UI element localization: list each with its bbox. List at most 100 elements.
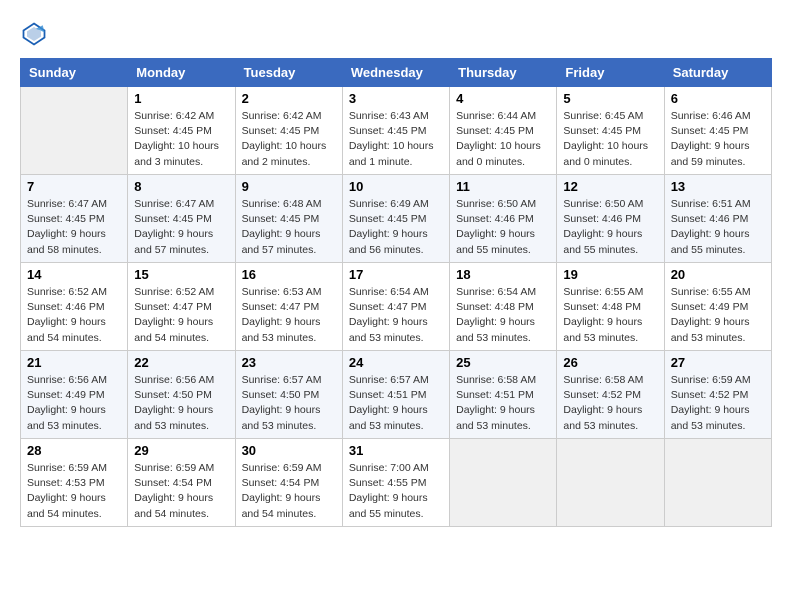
- weekday-header-row: SundayMondayTuesdayWednesdayThursdayFrid…: [21, 59, 772, 87]
- day-number: 30: [242, 443, 336, 458]
- day-info: Sunrise: 6:45 AMSunset: 4:45 PMDaylight:…: [563, 109, 657, 170]
- calendar-week-1: 1 Sunrise: 6:42 AMSunset: 4:45 PMDaylight…: [21, 87, 772, 175]
- day-number: 14: [27, 267, 121, 282]
- day-number: 20: [671, 267, 765, 282]
- day-info: Sunrise: 6:55 AMSunset: 4:48 PMDaylight:…: [563, 285, 657, 346]
- day-info: Sunrise: 6:53 AMSunset: 4:47 PMDaylight:…: [242, 285, 336, 346]
- day-number: 2: [242, 91, 336, 106]
- day-number: 9: [242, 179, 336, 194]
- day-info: Sunrise: 6:59 AMSunset: 4:53 PMDaylight:…: [27, 461, 121, 522]
- calendar-cell: [664, 439, 771, 527]
- calendar-cell: 24 Sunrise: 6:57 AMSunset: 4:51 PMDayligh…: [342, 351, 449, 439]
- weekday-header-sunday: Sunday: [21, 59, 128, 87]
- calendar-cell: 13Sunrise: 6:51 AMSunset: 4:46 PMDayligh…: [664, 175, 771, 263]
- calendar-cell: 28 Sunrise: 6:59 AMSunset: 4:53 PMDayligh…: [21, 439, 128, 527]
- weekday-header-friday: Friday: [557, 59, 664, 87]
- day-info: Sunrise: 6:50 AMSunset: 4:46 PMDaylight:…: [563, 197, 657, 258]
- calendar-week-5: 28 Sunrise: 6:59 AMSunset: 4:53 PMDayligh…: [21, 439, 772, 527]
- day-number: 6: [671, 91, 765, 106]
- calendar-cell: 2 Sunrise: 6:42 AMSunset: 4:45 PMDaylight…: [235, 87, 342, 175]
- day-info: Sunrise: 6:52 AMSunset: 4:47 PMDaylight:…: [134, 285, 228, 346]
- page-header: [20, 20, 772, 48]
- calendar-cell: 31 Sunrise: 7:00 AMSunset: 4:55 PMDayligh…: [342, 439, 449, 527]
- day-number: 4: [456, 91, 550, 106]
- day-number: 17: [349, 267, 443, 282]
- day-info: Sunrise: 6:57 AMSunset: 4:50 PMDaylight:…: [242, 373, 336, 434]
- day-info: Sunrise: 6:58 AMSunset: 4:51 PMDaylight:…: [456, 373, 550, 434]
- day-info: Sunrise: 6:47 AMSunset: 4:45 PMDaylight:…: [134, 197, 228, 258]
- calendar-cell: 16 Sunrise: 6:53 AMSunset: 4:47 PMDayligh…: [235, 263, 342, 351]
- day-info: Sunrise: 6:44 AMSunset: 4:45 PMDaylight:…: [456, 109, 550, 170]
- day-info: Sunrise: 6:42 AMSunset: 4:45 PMDaylight:…: [242, 109, 336, 170]
- day-info: Sunrise: 6:48 AMSunset: 4:45 PMDaylight:…: [242, 197, 336, 258]
- calendar-cell: 27 Sunrise: 6:59 AMSunset: 4:52 PMDayligh…: [664, 351, 771, 439]
- day-number: 19: [563, 267, 657, 282]
- calendar-cell: 19 Sunrise: 6:55 AMSunset: 4:48 PMDayligh…: [557, 263, 664, 351]
- calendar-cell: 4 Sunrise: 6:44 AMSunset: 4:45 PMDaylight…: [450, 87, 557, 175]
- calendar-cell: 14Sunrise: 6:52 AMSunset: 4:46 PMDayligh…: [21, 263, 128, 351]
- calendar-cell: 21 Sunrise: 6:56 AMSunset: 4:49 PMDayligh…: [21, 351, 128, 439]
- logo-icon: [20, 20, 48, 48]
- day-number: 10: [349, 179, 443, 194]
- day-info: Sunrise: 6:56 AMSunset: 4:50 PMDaylight:…: [134, 373, 228, 434]
- calendar-cell: 11 Sunrise: 6:50 AMSunset: 4:46 PMDayligh…: [450, 175, 557, 263]
- day-info: Sunrise: 6:54 AMSunset: 4:48 PMDaylight:…: [456, 285, 550, 346]
- day-number: 18: [456, 267, 550, 282]
- day-info: Sunrise: 7:00 AMSunset: 4:55 PMDaylight:…: [349, 461, 443, 522]
- day-info: Sunrise: 6:58 AMSunset: 4:52 PMDaylight:…: [563, 373, 657, 434]
- calendar-week-3: 14Sunrise: 6:52 AMSunset: 4:46 PMDayligh…: [21, 263, 772, 351]
- calendar-cell: 15 Sunrise: 6:52 AMSunset: 4:47 PMDayligh…: [128, 263, 235, 351]
- day-info: Sunrise: 6:42 AMSunset: 4:45 PMDaylight:…: [134, 109, 228, 170]
- calendar-cell: [450, 439, 557, 527]
- calendar-cell: 1 Sunrise: 6:42 AMSunset: 4:45 PMDaylight…: [128, 87, 235, 175]
- day-number: 25: [456, 355, 550, 370]
- day-number: 1: [134, 91, 228, 106]
- day-info: Sunrise: 6:54 AMSunset: 4:47 PMDaylight:…: [349, 285, 443, 346]
- day-info: Sunrise: 6:49 AMSunset: 4:45 PMDaylight:…: [349, 197, 443, 258]
- day-number: 5: [563, 91, 657, 106]
- day-number: 22: [134, 355, 228, 370]
- day-info: Sunrise: 6:59 AMSunset: 4:54 PMDaylight:…: [242, 461, 336, 522]
- day-info: Sunrise: 6:57 AMSunset: 4:51 PMDaylight:…: [349, 373, 443, 434]
- calendar-cell: 22 Sunrise: 6:56 AMSunset: 4:50 PMDayligh…: [128, 351, 235, 439]
- calendar-cell: 20 Sunrise: 6:55 AMSunset: 4:49 PMDayligh…: [664, 263, 771, 351]
- weekday-header-monday: Monday: [128, 59, 235, 87]
- day-info: Sunrise: 6:47 AMSunset: 4:45 PMDaylight:…: [27, 197, 121, 258]
- day-number: 12: [563, 179, 657, 194]
- calendar-cell: 29Sunrise: 6:59 AMSunset: 4:54 PMDayligh…: [128, 439, 235, 527]
- day-number: 13: [671, 179, 765, 194]
- calendar-cell: 5 Sunrise: 6:45 AMSunset: 4:45 PMDaylight…: [557, 87, 664, 175]
- day-info: Sunrise: 6:59 AMSunset: 4:52 PMDaylight:…: [671, 373, 765, 434]
- weekday-header-saturday: Saturday: [664, 59, 771, 87]
- day-number: 23: [242, 355, 336, 370]
- weekday-header-wednesday: Wednesday: [342, 59, 449, 87]
- day-info: Sunrise: 6:59 AMSunset: 4:54 PMDaylight:…: [134, 461, 228, 522]
- calendar-cell: 8 Sunrise: 6:47 AMSunset: 4:45 PMDaylight…: [128, 175, 235, 263]
- calendar-cell: 25 Sunrise: 6:58 AMSunset: 4:51 PMDayligh…: [450, 351, 557, 439]
- day-number: 28: [27, 443, 121, 458]
- calendar-cell: 23 Sunrise: 6:57 AMSunset: 4:50 PMDayligh…: [235, 351, 342, 439]
- day-number: 16: [242, 267, 336, 282]
- day-info: Sunrise: 6:55 AMSunset: 4:49 PMDaylight:…: [671, 285, 765, 346]
- day-number: 8: [134, 179, 228, 194]
- day-number: 15: [134, 267, 228, 282]
- day-number: 21: [27, 355, 121, 370]
- calendar-week-2: 7Sunrise: 6:47 AMSunset: 4:45 PMDaylight…: [21, 175, 772, 263]
- calendar-cell: [557, 439, 664, 527]
- day-number: 24: [349, 355, 443, 370]
- day-number: 11: [456, 179, 550, 194]
- day-number: 31: [349, 443, 443, 458]
- calendar-week-4: 21 Sunrise: 6:56 AMSunset: 4:49 PMDayligh…: [21, 351, 772, 439]
- day-info: Sunrise: 6:50 AMSunset: 4:46 PMDaylight:…: [456, 197, 550, 258]
- calendar-cell: 30 Sunrise: 6:59 AMSunset: 4:54 PMDayligh…: [235, 439, 342, 527]
- day-number: 27: [671, 355, 765, 370]
- calendar-cell: 7Sunrise: 6:47 AMSunset: 4:45 PMDaylight…: [21, 175, 128, 263]
- day-info: Sunrise: 6:43 AMSunset: 4:45 PMDaylight:…: [349, 109, 443, 170]
- day-info: Sunrise: 6:46 AMSunset: 4:45 PMDaylight:…: [671, 109, 765, 170]
- day-number: 26: [563, 355, 657, 370]
- weekday-header-tuesday: Tuesday: [235, 59, 342, 87]
- calendar-cell: 18 Sunrise: 6:54 AMSunset: 4:48 PMDayligh…: [450, 263, 557, 351]
- calendar-cell: 10 Sunrise: 6:49 AMSunset: 4:45 PMDayligh…: [342, 175, 449, 263]
- calendar-table: SundayMondayTuesdayWednesdayThursdayFrid…: [20, 58, 772, 527]
- day-info: Sunrise: 6:56 AMSunset: 4:49 PMDaylight:…: [27, 373, 121, 434]
